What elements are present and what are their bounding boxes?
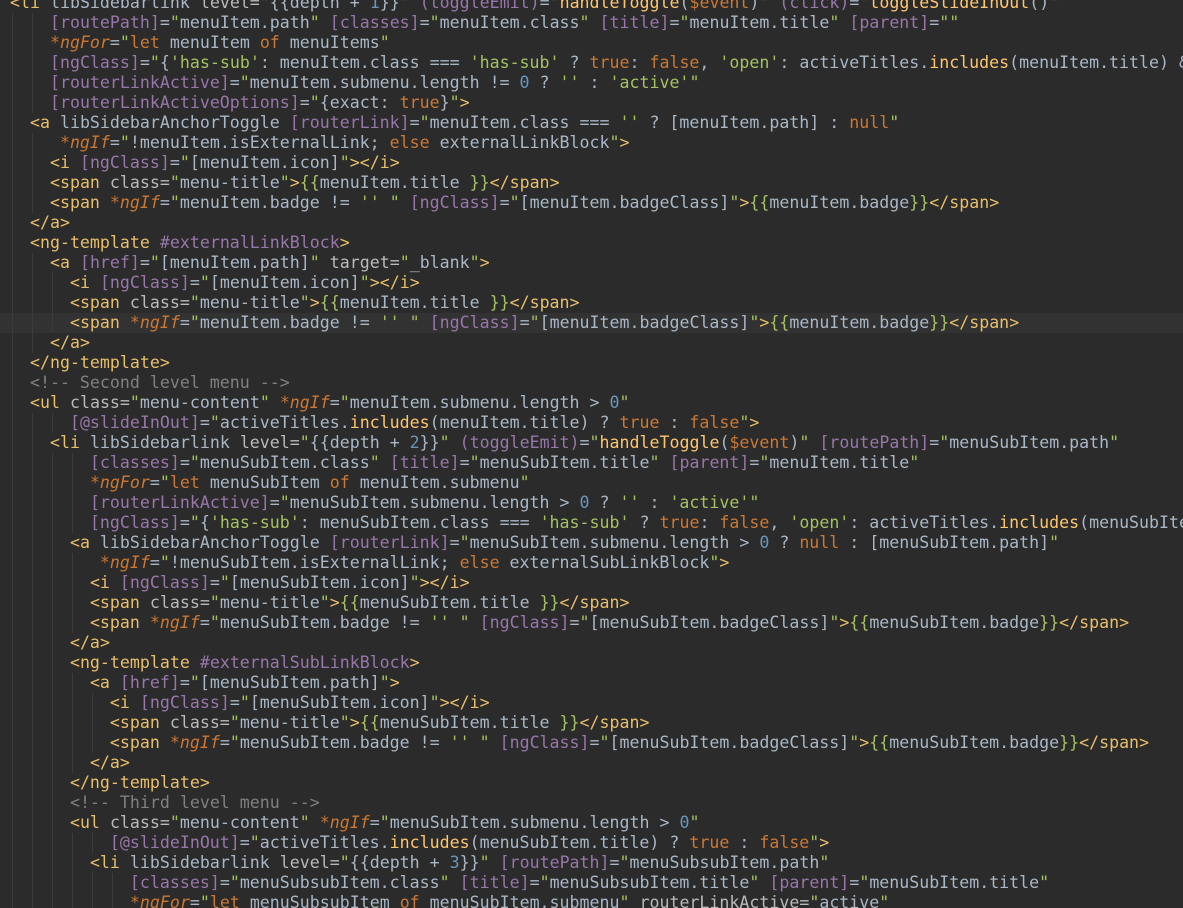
- code-text: <ul class="menu-content" *ngIf="menuItem…: [29, 393, 630, 412]
- code-text: </a>: [89, 753, 130, 772]
- code-text: [ngClass]="{'has-sub': menuItem.class ==…: [49, 53, 1183, 72]
- code-text: <a libSidebarAnchorToggle [routerLink]="…: [29, 113, 900, 132]
- code-line[interactable]: <!-- Second level menu -->: [0, 373, 1183, 393]
- code-line[interactable]: </ng-template>: [0, 773, 1183, 793]
- code-line[interactable]: <i [ngClass]="[menuItem.icon]"></i>: [0, 153, 1183, 173]
- code-line[interactable]: *ngFor="let menuSubsubItem of menuSubIte…: [0, 893, 1183, 908]
- code-line[interactable]: [routePath]="menuItem.path" [classes]="m…: [0, 13, 1183, 33]
- code-line[interactable]: *ngIf="!menuSubItem.isExternalLink; else…: [0, 553, 1183, 573]
- code-text: </ng-template>: [69, 773, 210, 792]
- code-text: <!-- Third level menu -->: [69, 793, 320, 812]
- code-line[interactable]: [@slideInOut]="activeTitles.includes(men…: [0, 833, 1183, 853]
- code-line[interactable]: <a libSidebarAnchorToggle [routerLink]="…: [0, 533, 1183, 553]
- code-text: </a>: [29, 213, 70, 232]
- code-line[interactable]: </a>: [0, 753, 1183, 773]
- code-line[interactable]: <span class="menu-title">{{menuItem.titl…: [0, 293, 1183, 313]
- code-line[interactable]: <!-- Third level menu -->: [0, 793, 1183, 813]
- code-text: </ng-template>: [29, 353, 170, 372]
- code-line[interactable]: <span *ngIf="menuItem.badge != '' " [ngC…: [0, 193, 1183, 213]
- code-text: <span *ngIf="menuSubItem.badge != '' " […: [89, 613, 1130, 632]
- code-text: [classes]="menuSubItem.class" [title]="m…: [89, 453, 920, 472]
- code-text: [routerLinkActiveOptions]="{exact: true}…: [49, 93, 470, 112]
- code-text: <ul class="menu-content" *ngIf="menuSubI…: [69, 813, 700, 832]
- code-text: <span class="menu-title">{{menuItem.titl…: [69, 293, 580, 312]
- code-text: <ng-template #externalSubLinkBlock>: [69, 653, 420, 672]
- code-text: <li libSidebarlink level="{{depth + 2}}"…: [49, 433, 1120, 452]
- code-text: *ngFor="let menuSubItem of menuItem.subm…: [89, 473, 530, 492]
- code-line[interactable]: <ng-template #externalSubLinkBlock>: [0, 653, 1183, 673]
- code-text: <span *ngIf="menuItem.badge != '' " [ngC…: [69, 313, 1020, 332]
- code-line[interactable]: </a>: [0, 633, 1183, 653]
- code-line[interactable]: <span class="menu-title">{{menuItem.titl…: [0, 173, 1183, 193]
- code-line[interactable]: [classes]="menuSubsubItem.class" [title]…: [0, 873, 1183, 893]
- code-text: [routePath]="menuItem.path" [classes]="m…: [49, 13, 960, 32]
- code-line[interactable]: <span class="menu-title">{{menuSubItem.t…: [0, 713, 1183, 733]
- code-line[interactable]: <a [href]="[menuItem.path]" target="_bla…: [0, 253, 1183, 273]
- code-line[interactable]: *ngIf="!menuItem.isExternalLink; else ex…: [0, 133, 1183, 153]
- code-text: <i [ngClass]="[menuItem.icon]"></i>: [49, 153, 400, 172]
- code-text: <!-- Second level menu -->: [29, 373, 290, 392]
- code-text: [@slideInOut]="activeTitles.includes(men…: [109, 833, 830, 852]
- code-line[interactable]: <span *ngIf="menuItem.badge != '' " [ngC…: [0, 313, 1183, 333]
- code-text: *ngFor="let menuSubsubItem of menuSubIte…: [129, 893, 890, 908]
- code-text: [classes]="menuSubsubItem.class" [title]…: [129, 873, 1050, 892]
- code-text: [ngClass]="{'has-sub': menuSubItem.class…: [89, 513, 1183, 532]
- code-line[interactable]: <span class="menu-title">{{menuSubItem.t…: [0, 593, 1183, 613]
- code-line[interactable]: <span *ngIf="menuSubItem.badge != '' " […: [0, 733, 1183, 753]
- code-text: <i [ngClass]="[menuItem.icon]"></i>: [69, 273, 420, 292]
- code-line[interactable]: [routerLinkActiveOptions]="{exact: true}…: [0, 93, 1183, 113]
- code-line[interactable]: [ngClass]="{'has-sub': menuItem.class ==…: [0, 53, 1183, 73]
- code-text: <span class="menu-title">{{menuItem.titl…: [49, 173, 560, 192]
- code-text: *ngFor="let menuItem of menuItems": [49, 33, 390, 52]
- code-line[interactable]: [ngClass]="{'has-sub': menuSubItem.class…: [0, 513, 1183, 533]
- code-text: <a libSidebarAnchorToggle [routerLink]="…: [69, 533, 1060, 552]
- code-editor[interactable]: <li libSidebarlink level="{{depth + 1}}"…: [0, 0, 1183, 908]
- code-text: <ng-template #externalLinkBlock>: [29, 233, 350, 252]
- code-line[interactable]: </ng-template>: [0, 353, 1183, 373]
- code-text: <li libSidebarlink level="{{depth + 1}}"…: [10, 0, 1060, 12]
- code-line[interactable]: *ngFor="let menuSubItem of menuItem.subm…: [0, 473, 1183, 493]
- code-text: <span *ngIf="menuItem.badge != '' " [ngC…: [49, 193, 1000, 212]
- code-line[interactable]: <ul class="menu-content" *ngIf="menuItem…: [0, 393, 1183, 413]
- code-text: <span *ngIf="menuSubItem.badge != '' " […: [109, 733, 1150, 752]
- code-line[interactable]: <ul class="menu-content" *ngIf="menuSubI…: [0, 813, 1183, 833]
- code-line[interactable]: <li libSidebarlink level="{{depth + 1}}"…: [0, 0, 1183, 13]
- code-line[interactable]: <span *ngIf="menuSubItem.badge != '' " […: [0, 613, 1183, 633]
- code-line[interactable]: <i [ngClass]="[menuSubItem.icon]"></i>: [0, 693, 1183, 713]
- code-line[interactable]: <i [ngClass]="[menuItem.icon]"></i>: [0, 273, 1183, 293]
- code-line[interactable]: </a>: [0, 213, 1183, 233]
- code-text: <li libSidebarlink level="{{depth + 3}}"…: [89, 853, 830, 872]
- code-line[interactable]: <a libSidebarAnchorToggle [routerLink]="…: [0, 113, 1183, 133]
- code-line[interactable]: [routerLinkActive]="menuSubItem.submenu.…: [0, 493, 1183, 513]
- code-text: </a>: [69, 633, 110, 652]
- code-text: <a [href]="[menuSubItem.path]">: [89, 673, 400, 692]
- code-text: [@slideInOut]="activeTitles.includes(men…: [69, 413, 760, 432]
- code-line[interactable]: <li libSidebarlink level="{{depth + 3}}"…: [0, 853, 1183, 873]
- code-text: <a [href]="[menuItem.path]" target="_bla…: [49, 253, 490, 272]
- code-text: *ngIf="!menuSubItem.isExternalLink; else…: [99, 553, 730, 572]
- code-text: <span class="menu-title">{{menuSubItem.t…: [109, 713, 650, 732]
- code-text: *ngIf="!menuItem.isExternalLink; else ex…: [59, 133, 630, 152]
- code-line[interactable]: [@slideInOut]="activeTitles.includes(men…: [0, 413, 1183, 433]
- code-line[interactable]: <li libSidebarlink level="{{depth + 2}}"…: [0, 433, 1183, 453]
- code-line[interactable]: [classes]="menuSubItem.class" [title]="m…: [0, 453, 1183, 473]
- code-text: <span class="menu-title">{{menuSubItem.t…: [89, 593, 630, 612]
- code-text: [routerLinkActive]="menuSubItem.submenu.…: [89, 493, 760, 512]
- code-line[interactable]: [routerLinkActive]="menuItem.submenu.len…: [0, 73, 1183, 93]
- code-line[interactable]: <i [ngClass]="[menuSubItem.icon]"></i>: [0, 573, 1183, 593]
- code-line[interactable]: <ng-template #externalLinkBlock>: [0, 233, 1183, 253]
- code-text: </a>: [49, 333, 90, 352]
- code-text: <i [ngClass]="[menuSubItem.icon]"></i>: [89, 573, 470, 592]
- code-line[interactable]: <a [href]="[menuSubItem.path]">: [0, 673, 1183, 693]
- code-line[interactable]: *ngFor="let menuItem of menuItems": [0, 33, 1183, 53]
- code-text: <i [ngClass]="[menuSubItem.icon]"></i>: [109, 693, 490, 712]
- code-line[interactable]: </a>: [0, 333, 1183, 353]
- code-text: [routerLinkActive]="menuItem.submenu.len…: [49, 73, 700, 92]
